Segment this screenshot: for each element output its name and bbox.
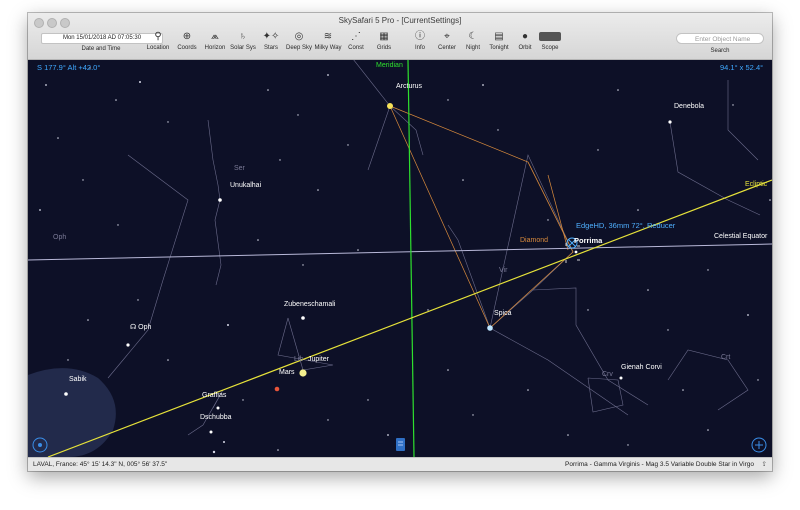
star-unukalhai[interactable] [218, 198, 222, 202]
label-lib: Lib [294, 356, 304, 363]
star-sabik[interactable] [64, 392, 68, 396]
label-oph-constellation: Oph [53, 234, 67, 241]
scope-fov-label: EdgeHD, 36mm 72°, Reducer [576, 221, 676, 230]
label-oph-symbol: ☊ Oph [130, 324, 152, 331]
label-gienah-corvi: Gienah Corvi [621, 364, 662, 371]
sky-canvas[interactable] [28, 60, 772, 457]
coords-button[interactable]: ⊕ Coords [172, 30, 202, 56]
selected-object-label: Porrima [574, 236, 603, 245]
horizon-icon: ⩕ [211, 31, 219, 42]
status-bar: LAVAL, France: 45° 15' 14.3" N, 005° 56'… [28, 457, 772, 471]
scope-button[interactable]: Scope [535, 30, 565, 56]
star-gienah-corvi[interactable] [619, 376, 623, 380]
window-title: SkySafari 5 Pro - [CurrentSettings] [338, 16, 462, 25]
label-crv: Crv [602, 371, 613, 378]
coords-readout: S 177.9° Alt +42.0° [37, 63, 101, 72]
milky-way-icon: ≋ [323, 31, 333, 42]
search-label: Search [710, 48, 730, 54]
celestial-equator-label: Celestial Equator [714, 233, 768, 240]
status-object-info: Porrima - Gamma Virginis - Mag 3.5 Varia… [565, 461, 754, 468]
constellations-button[interactable]: ⋰ Const [341, 30, 371, 56]
label-vir: Vir [499, 267, 508, 274]
star-oph[interactable] [126, 343, 130, 347]
location-button[interactable]: ⚲ Location [143, 30, 173, 56]
app-window: SkySafari 5 Pro - [CurrentSettings] Mon … [28, 13, 772, 471]
sky-chart[interactable]: S 177.9° Alt +42.0° 94.1° x 52.4° Meridi… [28, 60, 772, 457]
star-zubeneschamali[interactable] [301, 316, 305, 320]
label-unukalhai: Unukalhai [230, 182, 262, 189]
label-graffias: Graffias [202, 392, 227, 399]
grid-icon: ▦ [379, 31, 389, 42]
star-denebola[interactable] [668, 120, 672, 124]
label-diamond: Diamond [520, 237, 549, 244]
info-icon: ⓘ [415, 31, 425, 42]
label-mars: Mars [279, 369, 295, 376]
label-denebola: Denebola [674, 103, 704, 110]
ecliptic-label: Ecliptic [745, 181, 768, 188]
share-icon[interactable]: ⇪ [762, 458, 767, 471]
label-arcturus: Arcturus [396, 83, 423, 90]
coords-icon: ⊕ [182, 31, 192, 42]
scope-icon [535, 30, 565, 44]
meridian-label: Meridian [376, 62, 403, 69]
status-location: LAVAL, France: 45° 15' 14.3" N, 005° 56'… [33, 461, 168, 468]
star-graffias[interactable] [216, 406, 220, 410]
search-input[interactable]: Enter Object Name [676, 33, 764, 44]
title-toolbar: SkySafari 5 Pro - [CurrentSettings] Mon … [28, 13, 772, 60]
solar-system-button[interactable]: ♄ Solar Sys [228, 30, 258, 56]
info-button[interactable]: ⓘ Info [405, 30, 435, 56]
label-jupiter: Jupiter [308, 356, 330, 363]
milky-way-button[interactable]: ≋ Milky Way [313, 30, 343, 56]
planet-jupiter[interactable] [299, 369, 307, 377]
saturn-icon: ♄ [239, 31, 247, 42]
location-pin-icon: ⚲ [154, 31, 162, 42]
fov-readout: 94.1° x 52.4° [720, 63, 764, 72]
stars-icon: ✦✧ [262, 31, 280, 42]
label-spica: Spica [494, 310, 512, 317]
constellation-icon: ⋰ [351, 31, 361, 42]
stars-button[interactable]: ✦✧ Stars [256, 30, 286, 56]
horizon-button[interactable]: ⩕ Horizon [200, 30, 230, 56]
label-dschubba: Dschubba [200, 414, 232, 421]
label-sabik: Sabik [69, 376, 87, 383]
deep-sky-button[interactable]: ◎ Deep Sky [284, 30, 314, 56]
grids-button[interactable]: ▦ Grids [369, 30, 399, 56]
star-arcturus[interactable] [387, 103, 393, 109]
time-flow-icon[interactable] [396, 438, 405, 451]
label-ser: Ser [234, 165, 245, 172]
label-zubeneschamali: Zubeneschamali [284, 301, 336, 308]
planet-mars[interactable] [274, 386, 280, 392]
star-spica[interactable] [487, 325, 493, 331]
star-dschubba[interactable] [209, 430, 213, 434]
star-porrima[interactable] [574, 250, 578, 254]
label-crt: Crt [721, 354, 731, 361]
galaxy-icon: ◎ [294, 31, 304, 42]
